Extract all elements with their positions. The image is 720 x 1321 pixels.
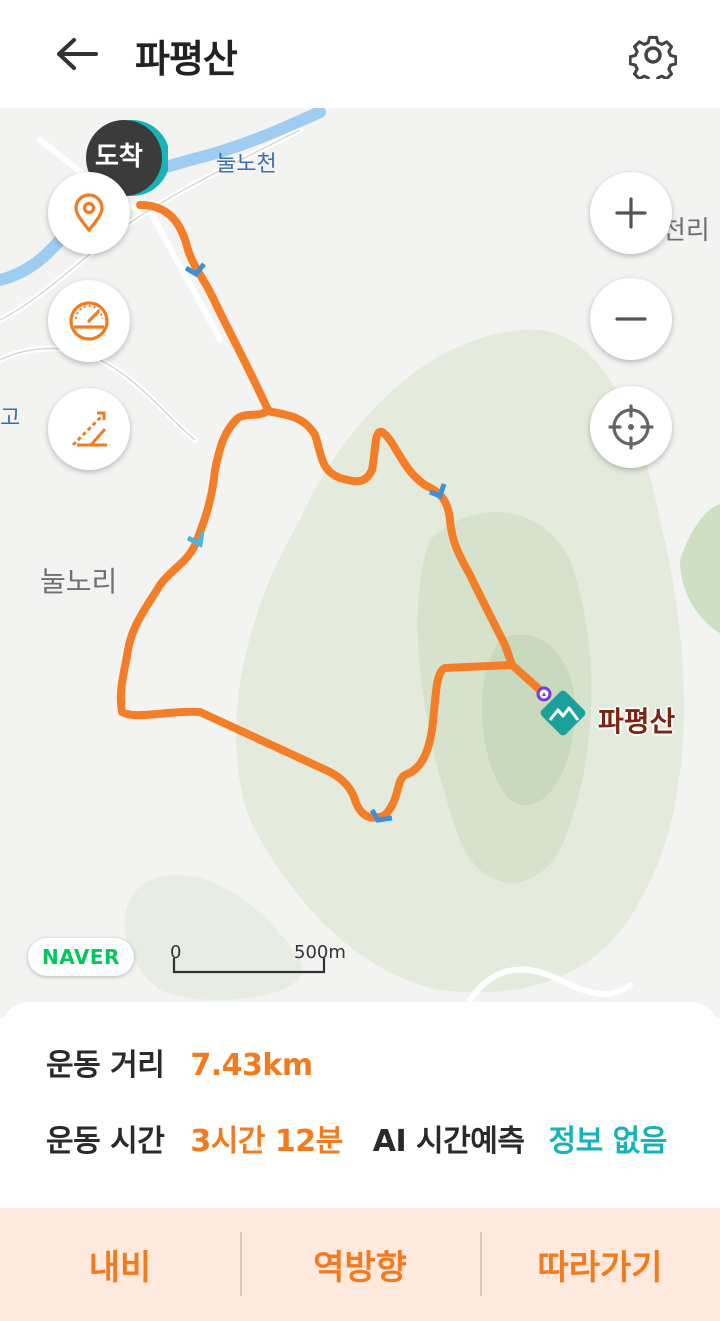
scale-distance-label: 500m (294, 942, 346, 963)
elevation-slope-icon (71, 411, 107, 447)
zoom-in-button[interactable] (590, 172, 672, 254)
navi-button[interactable]: 내비 (0, 1208, 240, 1321)
gear-icon (629, 35, 677, 79)
my-location-button[interactable] (590, 386, 672, 468)
mountain-peak-icon[interactable] (536, 686, 592, 742)
arrival-label: 도착 (95, 142, 143, 172)
ai-prediction-label: AI 시간예측 (372, 1124, 525, 1159)
zoom-in-icon (615, 197, 647, 229)
zoom-out-icon (615, 317, 647, 321)
reverse-button[interactable]: 역방향 (240, 1208, 480, 1321)
zoom-out-button[interactable] (590, 278, 672, 360)
settings-button[interactable] (626, 28, 680, 82)
distance-row: 운동 거리 7.43km (46, 1040, 313, 1084)
app-header: 파평산 (0, 0, 720, 108)
location-pin-icon (74, 193, 104, 233)
peak-name-label: 파평산 (598, 705, 676, 738)
distance-label: 운동 거리 (46, 1048, 165, 1083)
time-label: 운동 시간 (46, 1124, 165, 1159)
page-title: 파평산 (135, 37, 238, 81)
river-label: 눌노천 (216, 152, 277, 177)
route-info-panel (0, 1002, 720, 1210)
village-label: 눌노리 (40, 565, 118, 598)
my-location-icon (608, 404, 654, 450)
divider (240, 1232, 242, 1296)
scale-zero-label: 0 (170, 942, 182, 963)
back-button[interactable] (48, 30, 104, 78)
time-row: 운동 시간 3시간 12분 AI 시간예측 정보 없음 (46, 1116, 667, 1160)
map-view[interactable]: 도착 눌노천 눌노리 천리 고 파평산 NAVER 0 500m (0, 108, 720, 1018)
action-bar: 내비 역방향 따라가기 (0, 1208, 720, 1321)
speedometer-icon (69, 301, 109, 341)
naver-logo: NAVER (28, 938, 134, 976)
arrow-left-icon (57, 38, 98, 70)
ai-prediction-value: 정보 없음 (548, 1124, 667, 1159)
elevation-slope-button[interactable] (48, 388, 130, 470)
edge-label-left: 고 (0, 406, 21, 431)
time-value: 3시간 12분 (190, 1124, 343, 1159)
location-pin-button[interactable] (48, 172, 130, 254)
follow-button[interactable]: 따라가기 (480, 1208, 720, 1321)
divider (480, 1232, 482, 1296)
speedometer-button[interactable] (48, 280, 130, 362)
distance-value: 7.43km (190, 1048, 313, 1083)
